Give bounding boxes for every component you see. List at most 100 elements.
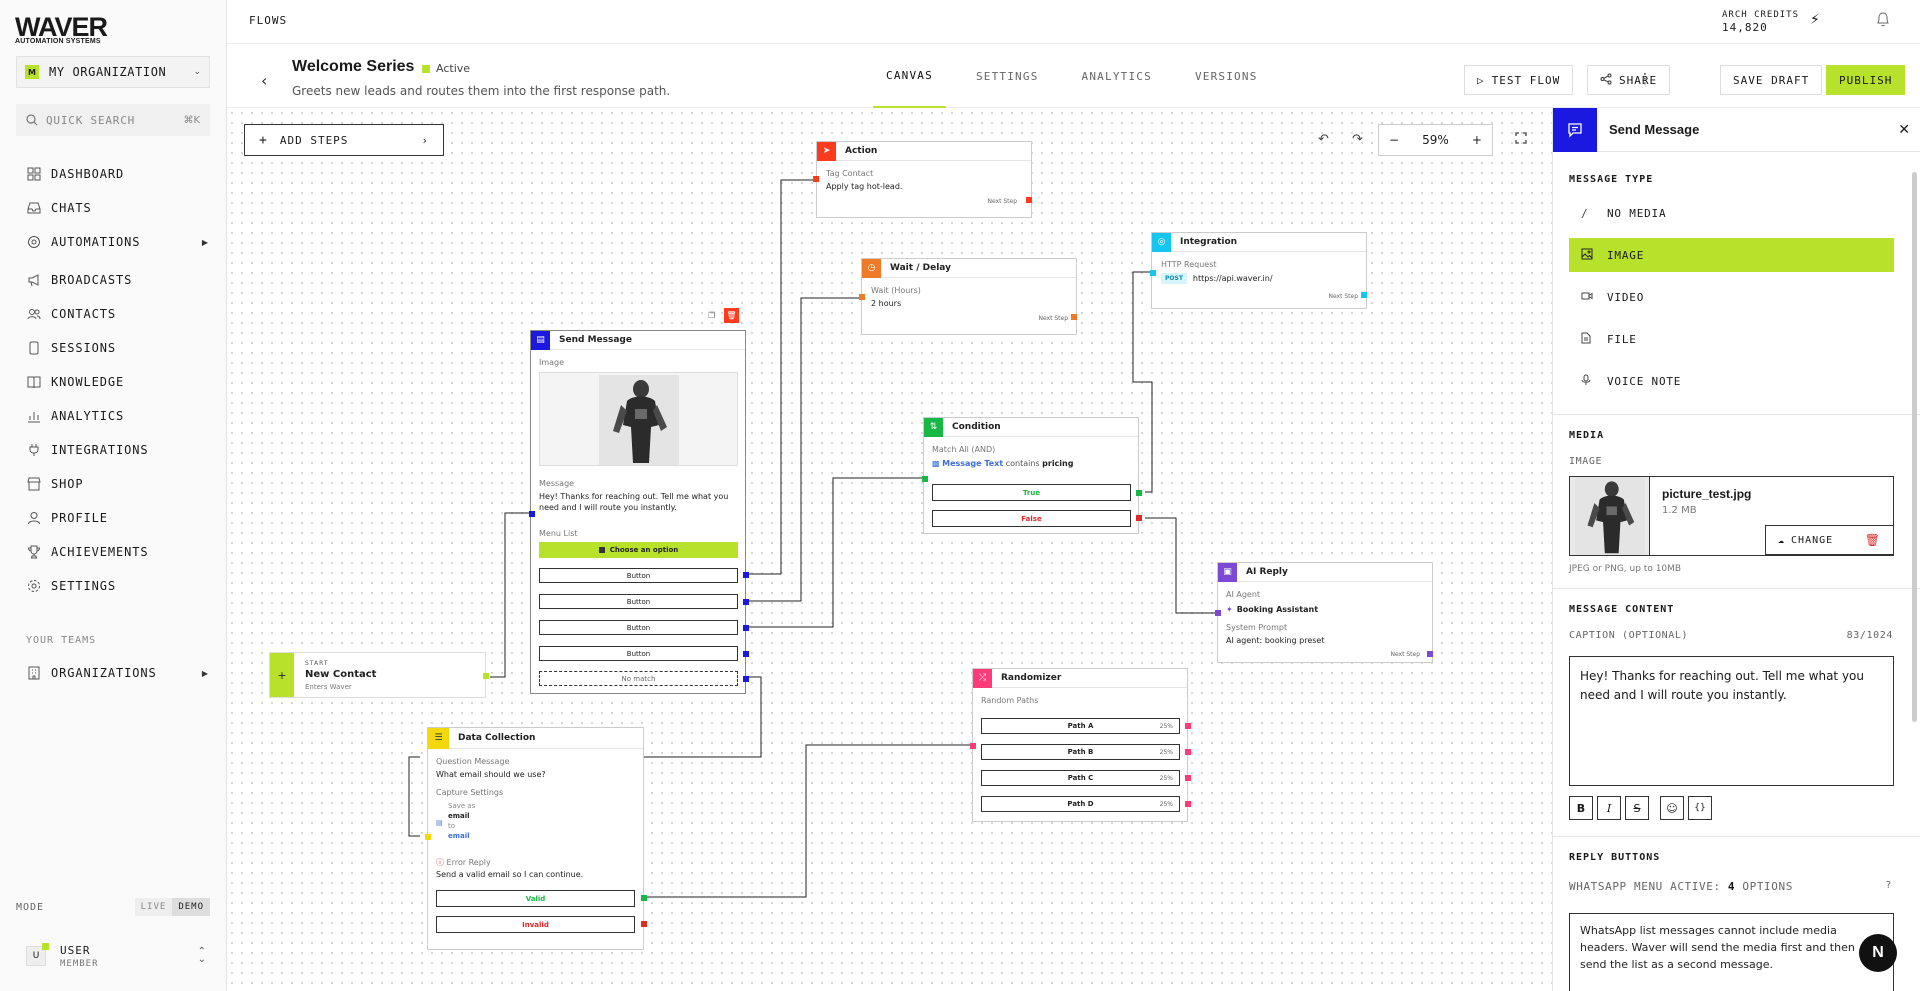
port-in[interactable]	[1150, 270, 1156, 276]
port-out[interactable]	[1185, 801, 1191, 807]
node-randomizer[interactable]: ⤮ Randomizer Random Paths Path A 25% Path …	[970, 668, 1191, 822]
user-menu[interactable]: U USER MEMBER ⌃ ⌄	[26, 940, 206, 972]
port-in[interactable]	[922, 476, 928, 482]
port-out-false[interactable]	[1136, 515, 1142, 521]
path-b[interactable]: Path B 25%	[981, 744, 1180, 760]
port-out[interactable]	[743, 676, 749, 682]
delete-icon[interactable]: 🗑︎	[724, 308, 739, 323]
port-out-invalid[interactable]	[641, 921, 647, 927]
menu-button-2[interactable]: Button	[539, 594, 738, 609]
mode-live[interactable]: LIVE	[135, 898, 173, 916]
node-condition[interactable]: ⇅ Condition Match All (AND) ▩ Message Tex…	[922, 417, 1142, 534]
no-match-button[interactable]: No match	[539, 671, 738, 686]
port-out[interactable]	[1026, 197, 1032, 203]
path-a[interactable]: Path A 25%	[981, 718, 1180, 734]
node-ai-reply[interactable]: ▣ AI Reply AI Agent ✦ Booking Assistant Sy…	[1215, 562, 1433, 663]
more-icon[interactable]: ⋮	[1638, 71, 1652, 87]
condition-false[interactable]: False	[932, 510, 1131, 527]
breadcrumb[interactable]: FLOWS	[249, 14, 287, 27]
type-no-media[interactable]: ∕ NO MEDIA	[1569, 196, 1894, 230]
port-in[interactable]	[970, 743, 976, 749]
assistant-badge[interactable]: N	[1859, 934, 1897, 972]
variable-button[interactable]: {}	[1688, 796, 1712, 820]
nav-contacts[interactable]: CONTACTS	[26, 304, 216, 324]
port-out[interactable]	[743, 625, 749, 631]
node-action[interactable]: ➤ Action Tag Contact Apply tag hot-lead. …	[813, 141, 1032, 218]
nav-automations[interactable]: AUTOMATIONS ▶	[26, 232, 216, 252]
path-c[interactable]: Path C 25%	[981, 770, 1180, 786]
quick-search[interactable]: QUICK SEARCH ⌘K	[16, 104, 210, 136]
tab-versions[interactable]: VERSIONS	[1182, 44, 1271, 108]
menu-button-4[interactable]: Button	[539, 646, 738, 661]
menu-choose[interactable]: Choose an option	[539, 542, 738, 558]
menu-button-3[interactable]: Button	[539, 620, 738, 635]
type-video[interactable]: VIDEO	[1569, 280, 1894, 314]
expand-arrow-icon[interactable]: ▶	[202, 669, 208, 678]
emoji-icon[interactable]: ☺	[1660, 796, 1684, 820]
tab-analytics[interactable]: ANALYTICS	[1069, 44, 1165, 108]
nav-analytics[interactable]: ANALYTICS	[26, 406, 216, 426]
nav-profile[interactable]: PROFILE	[26, 508, 216, 528]
port-in[interactable]	[425, 834, 431, 840]
port-out[interactable]	[1427, 651, 1433, 657]
node-wait[interactable]: ◷ Wait / Delay Wait (Hours) 2 hours Next …	[859, 258, 1077, 335]
port-out[interactable]	[1185, 723, 1191, 729]
condition-true[interactable]: True	[932, 484, 1131, 501]
help-icon[interactable]: ?	[1885, 880, 1892, 891]
type-file[interactable]: FILE	[1569, 322, 1894, 356]
port-out[interactable]	[743, 572, 749, 578]
port-out-true[interactable]	[1136, 490, 1142, 496]
flow-canvas[interactable]: + ADD STEPS › ↶ ↷ − 59% + + START New Cont…	[227, 108, 1552, 991]
path-d[interactable]: Path D 25%	[981, 796, 1180, 812]
type-image[interactable]: IMAGE	[1569, 238, 1894, 272]
nav-organizations[interactable]: ORGANIZATIONS ▶	[26, 663, 216, 683]
mode-toggle[interactable]: LIVE DEMO	[134, 898, 210, 916]
port-in[interactable]	[529, 511, 535, 517]
port-in[interactable]	[859, 294, 865, 300]
nav-shop[interactable]: SHOP	[26, 474, 216, 494]
port-out[interactable]	[1185, 775, 1191, 781]
publish-button[interactable]: PUBLISH	[1826, 65, 1906, 95]
tab-canvas[interactable]: CANVAS	[873, 44, 946, 108]
brand-logo[interactable]: WAVER AUTOMATION SYSTEMS	[15, 14, 115, 46]
menu-button-1[interactable]: Button	[539, 568, 738, 583]
nav-integrations[interactable]: INTEGRATIONS	[26, 440, 216, 460]
tab-settings[interactable]: SETTINGS	[963, 44, 1052, 108]
type-voice-note[interactable]: VOICE NOTE	[1569, 364, 1894, 398]
node-start[interactable]: + START New Contact Enters Waver	[269, 652, 489, 698]
valid-button[interactable]: Valid	[436, 890, 635, 907]
trash-icon[interactable]: 🗑︎	[1865, 533, 1881, 547]
node-send-message[interactable]: ▤ Send Message Image Message Hey! Thanks …	[529, 330, 749, 694]
port-out[interactable]	[1185, 749, 1191, 755]
expand-arrow-icon[interactable]: ▶	[202, 238, 208, 247]
italic-button[interactable]: I	[1597, 796, 1621, 820]
port[interactable]	[483, 673, 489, 679]
port-out[interactable]	[743, 651, 749, 657]
change-button[interactable]: ☁ CHANGE 🗑︎	[1765, 525, 1894, 555]
port-out[interactable]	[1071, 314, 1077, 320]
test-flow-button[interactable]: ▷ TEST FLOW	[1464, 65, 1574, 95]
node-integration[interactable]: ◎ Integration HTTP Request POST https://a…	[1150, 232, 1367, 309]
nav-broadcasts[interactable]: BROADCASTS	[26, 270, 216, 290]
strike-button[interactable]: S	[1625, 796, 1649, 820]
copy-icon[interactable]: ❐	[708, 311, 715, 320]
nav-chats[interactable]: CHATS	[26, 198, 216, 218]
nav-knowledge[interactable]: KNOWLEDGE	[26, 372, 216, 392]
port-out-valid[interactable]	[641, 895, 647, 901]
org-switcher[interactable]: M MY ORGANIZATION ⌄	[16, 56, 210, 88]
scrollbar[interactable]	[1912, 172, 1917, 722]
nav-sessions[interactable]: SESSIONS	[26, 338, 216, 358]
bell-icon[interactable]	[1876, 11, 1890, 31]
nav-settings[interactable]: SETTINGS	[26, 576, 216, 596]
share-button[interactable]: SHARE	[1587, 65, 1671, 95]
port-out[interactable]	[1361, 292, 1367, 298]
port-in[interactable]	[1215, 610, 1221, 616]
bold-button[interactable]: B	[1569, 796, 1593, 820]
node-data-collection[interactable]: ☰ Data Collection Question Message What e…	[425, 727, 647, 950]
port-out[interactable]	[743, 599, 749, 605]
nav-dashboard[interactable]: DASHBOARD	[26, 164, 216, 184]
nav-achievements[interactable]: ACHIEVEMENTS	[26, 542, 216, 562]
invalid-button[interactable]: Invalid	[436, 916, 635, 933]
close-icon[interactable]: ✕	[1898, 122, 1910, 138]
mode-demo[interactable]: DEMO	[172, 898, 210, 916]
